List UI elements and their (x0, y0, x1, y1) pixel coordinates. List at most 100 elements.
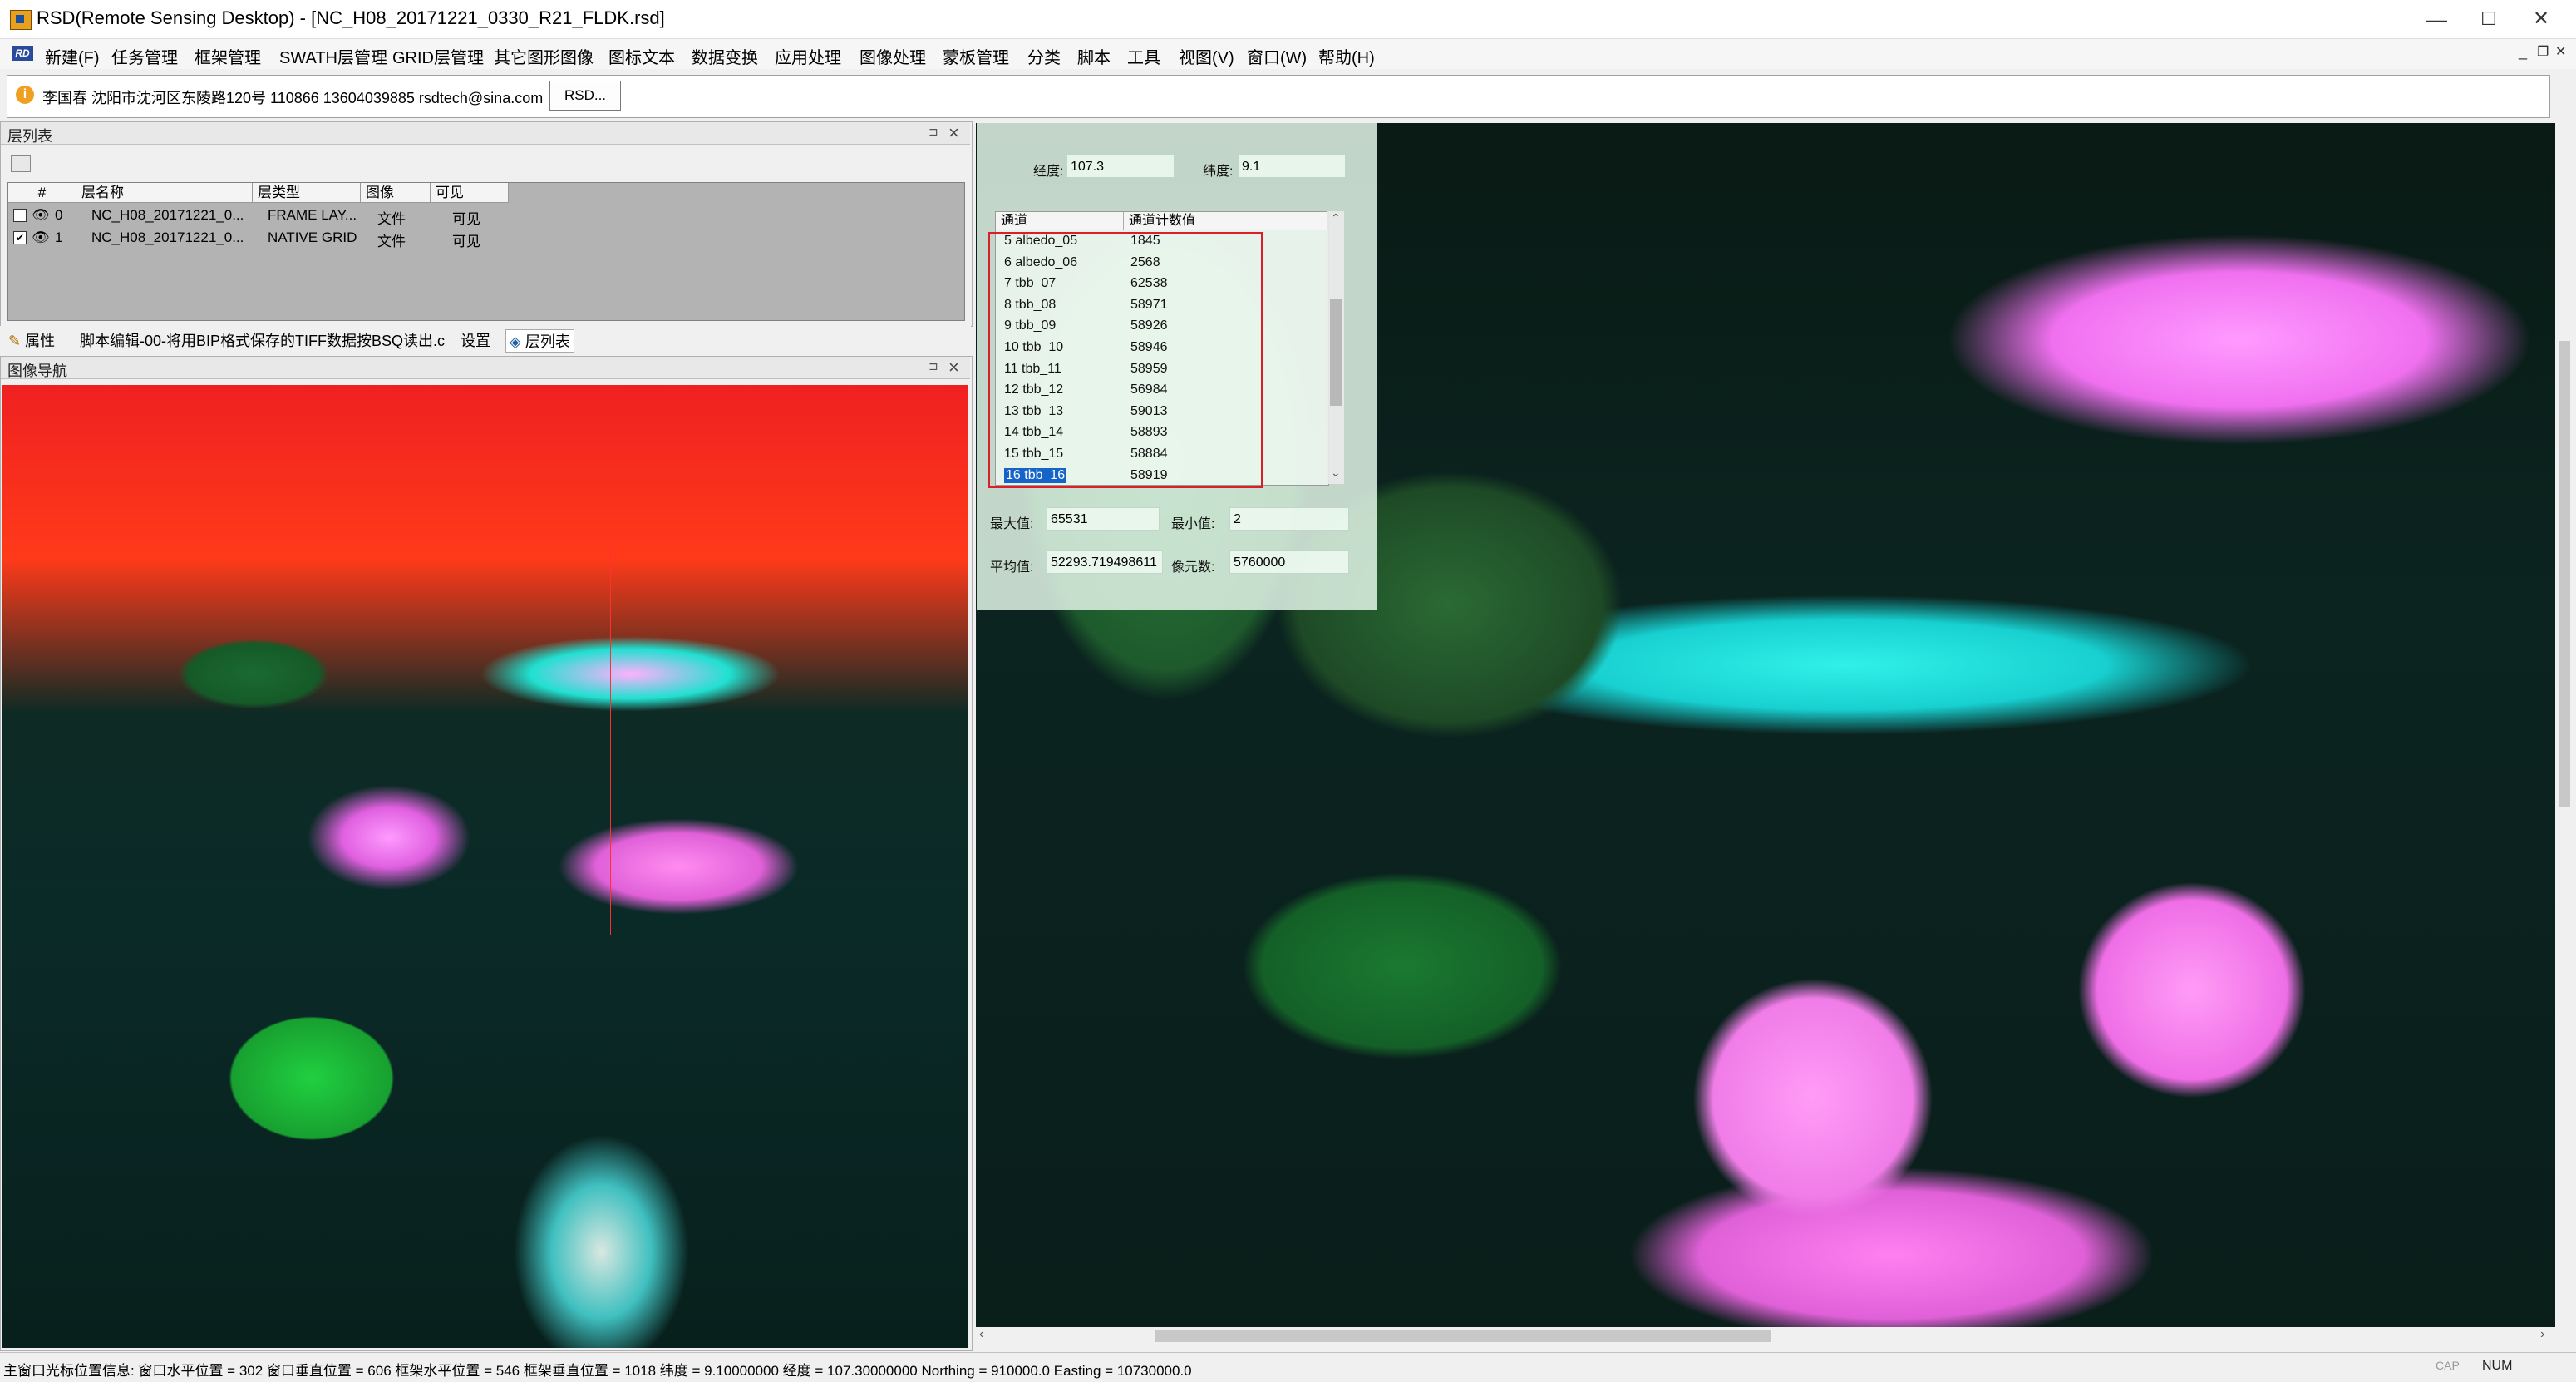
mdi-restore-button[interactable]: ❐ (2537, 43, 2549, 60)
min-value: 2 (1229, 507, 1349, 531)
viewport-frame[interactable] (101, 550, 611, 935)
pixel-count-label: 像元数: (1171, 560, 1215, 575)
menu-other-graphics[interactable]: 其它图形图像 (494, 44, 594, 68)
row-name: NC_H08_20171221_0... (91, 207, 244, 223)
menu-bar: RD 新建(F) 任务管理 框架管理 SWATH层管理 GRID层管理 其它图形… (0, 39, 2576, 69)
row-visible: 可见 (452, 211, 480, 227)
tab-settings[interactable]: 设置 (461, 329, 490, 351)
row-checkbox[interactable] (13, 209, 27, 222)
scroll-down-icon[interactable]: ⌄ (1331, 466, 1341, 480)
highlight-box (988, 232, 1263, 488)
menu-help[interactable]: 帮助(H) (1318, 44, 1375, 68)
menu-new[interactable]: 新建(F) (45, 44, 100, 68)
menu-window[interactable]: 窗口(W) (1247, 44, 1307, 68)
lat-label: 纬度: (1203, 165, 1234, 179)
layer-toolbar-icon[interactable] (11, 155, 31, 172)
row-visible: 可见 (452, 234, 480, 249)
menu-swath[interactable]: SWATH层管理 (279, 44, 387, 68)
mdi-close-button[interactable]: ✕ (2555, 43, 2566, 60)
lat-value: 9.1 (1238, 155, 1346, 178)
row-checkbox[interactable]: ✔ (13, 231, 27, 244)
image-navigation-panel: 图像导航 ⊐ × (0, 356, 973, 1351)
pin-icon[interactable]: ⊐ (928, 125, 938, 139)
row-index: 0 (55, 207, 63, 223)
row-type: NATIVE GRID (268, 230, 357, 245)
table-row[interactable]: 👁 0 NC_H08_20171221_0... FRAME LAY... 文件… (8, 205, 964, 227)
info-bar: i 李国春 沈阳市沈河区东陵路120号 110866 13604039885 r… (7, 75, 2550, 118)
pixel-count-value: 5760000 (1229, 550, 1349, 574)
menu-application[interactable]: 应用处理 (775, 44, 841, 68)
panel-tabs: ✎ 属性 脚本编辑-00-将用BIP格式保存的TIFF数据按BSQ读出.c 设置… (0, 326, 971, 353)
menu-icon-text[interactable]: 图标文本 (608, 44, 675, 68)
tab-script[interactable]: 脚本编辑-00-将用BIP格式保存的TIFF数据按BSQ读出.c (80, 329, 445, 351)
close-button[interactable]: ✕ (2507, 0, 2575, 38)
row-type: FRAME LAY... (268, 207, 357, 223)
mdi-minimize-button[interactable]: _ (2519, 43, 2527, 61)
app-icon (10, 10, 32, 30)
max-value: 65531 (1047, 507, 1160, 531)
num-lock-indicator: NUM (2482, 1359, 2513, 1373)
max-label: 最大值: (990, 517, 1034, 531)
menu-script[interactable]: 脚本 (1077, 44, 1111, 68)
menu-frame[interactable]: 框架管理 (195, 44, 261, 68)
title-bar: RSD(Remote Sensing Desktop) - [NC_H08_20… (0, 0, 2576, 39)
tab-properties-label: 属性 (25, 333, 56, 349)
layer-panel-title: 层列表 (7, 128, 52, 145)
cap-indicator: CAP (2436, 1359, 2460, 1372)
menu-mask[interactable]: 蒙板管理 (943, 44, 1009, 68)
panel-close-icon[interactable]: × (948, 122, 959, 144)
panel-close-icon[interactable]: × (948, 357, 959, 378)
menu-classify[interactable]: 分类 (1027, 44, 1061, 68)
col-channel-value: 通道计数值 (1124, 212, 1328, 230)
nav-panel-title: 图像导航 (7, 363, 67, 379)
cursor-position-status: 主窗口光标位置信息: 窗口水平位置 = 302 窗口垂直位置 = 606 框架水… (3, 1363, 1192, 1379)
menu-view[interactable]: 视图(V) (1179, 44, 1234, 68)
layer-table: # 层名称 层类型 图像 可见 👁 0 NC_H08_20171221_0...… (7, 182, 965, 321)
row-image: 文件 (377, 211, 406, 227)
mean-value: 52293.719498611 (1047, 550, 1163, 574)
vertical-scroll-thumb[interactable] (2559, 341, 2570, 807)
eye-icon[interactable]: 👁 (32, 207, 50, 224)
navigation-image[interactable] (2, 385, 968, 1348)
col-layer-name[interactable]: 层名称 (76, 183, 253, 203)
tab-layers[interactable]: ◈ 层列表 (505, 329, 574, 353)
lon-value: 107.3 (1066, 155, 1175, 178)
channel-list-scroll-thumb[interactable] (1330, 299, 1342, 406)
nav-panel-header: 图像导航 ⊐ × (1, 357, 970, 379)
properties-icon: ✎ (8, 333, 22, 349)
layer-panel-header: 层列表 ⊐ × (1, 122, 970, 145)
menu-tools[interactable]: 工具 (1127, 44, 1160, 68)
eye-icon[interactable]: 👁 (32, 230, 50, 246)
col-channel: 通道 (996, 212, 1124, 230)
rsd-logo-icon: RD (12, 46, 33, 61)
layer-list-panel: 层列表 ⊐ × # 层名称 层类型 图像 可见 👁 0 NC_H08_20171… (0, 121, 973, 327)
row-index: 1 (55, 230, 63, 245)
menu-data-transform[interactable]: 数据变换 (692, 44, 758, 68)
scroll-right-icon[interactable]: › (2540, 1327, 2544, 1342)
window-title: RSD(Remote Sensing Desktop) - [NC_H08_20… (37, 7, 665, 28)
mean-label: 平均值: (990, 560, 1034, 575)
col-image[interactable]: 图像 (361, 183, 431, 203)
col-visible[interactable]: 可见 (431, 183, 509, 203)
status-bar: 主窗口光标位置信息: 窗口水平位置 = 302 窗口垂直位置 = 606 框架水… (0, 1352, 2576, 1382)
col-layer-type[interactable]: 层类型 (253, 183, 361, 203)
contact-info-text: 李国春 沈阳市沈河区东陵路120号 110866 13604039885 rsd… (42, 90, 544, 106)
tab-properties[interactable]: ✎ 属性 (8, 329, 55, 351)
tab-layers-label: 层列表 (525, 333, 570, 350)
info-icon: i (16, 86, 34, 104)
scroll-left-icon[interactable]: ‹ (979, 1327, 983, 1342)
menu-task[interactable]: 任务管理 (111, 44, 178, 68)
layers-icon: ◈ (510, 333, 521, 350)
col-index[interactable]: # (8, 183, 76, 203)
menu-image-processing[interactable]: 图像处理 (859, 44, 926, 68)
rsd-button[interactable]: RSD... (549, 81, 621, 111)
lon-label: 经度: (1033, 165, 1064, 179)
row-name: NC_H08_20171221_0... (91, 230, 244, 245)
pin-icon[interactable]: ⊐ (928, 359, 938, 373)
min-label: 最小值: (1171, 517, 1215, 531)
table-row[interactable]: ✔ 👁 1 NC_H08_20171221_0... NATIVE GRID 文… (8, 227, 964, 249)
horizontal-scroll-thumb[interactable] (1155, 1330, 1771, 1342)
menu-grid[interactable]: GRID层管理 (392, 44, 484, 68)
row-image: 文件 (377, 234, 406, 249)
scroll-up-icon[interactable]: ⌃ (1331, 211, 1341, 225)
